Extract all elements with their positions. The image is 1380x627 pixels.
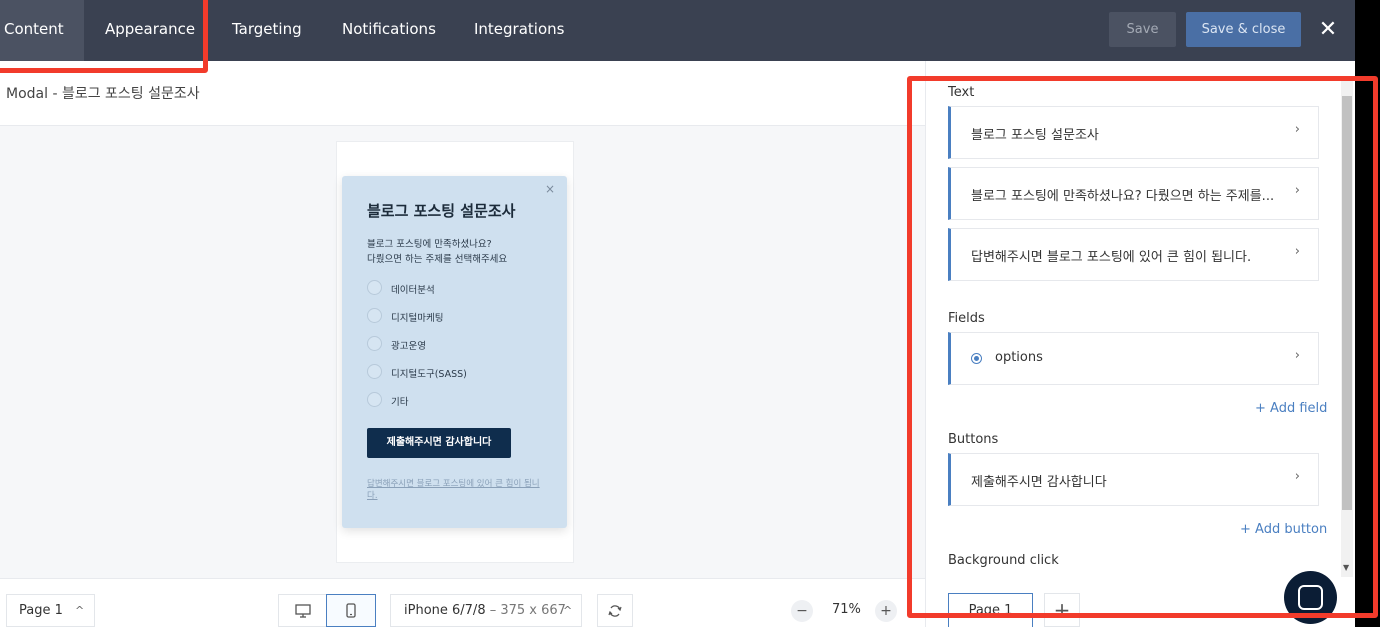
save-and-close-button[interactable]: Save & close xyxy=(1186,12,1301,47)
annotation-box-tabs xyxy=(0,0,208,73)
save-button[interactable]: Save xyxy=(1109,12,1176,47)
tab-notifications[interactable]: Notifications xyxy=(342,0,436,61)
preview-option-label: 기타 xyxy=(391,397,409,408)
device-selector[interactable]: iPhone 6/7/8 – 375 x 667 ^ xyxy=(390,594,582,627)
chevron-up-icon: ^ xyxy=(563,604,573,617)
radio-icon[interactable] xyxy=(367,308,382,323)
desktop-view-button[interactable] xyxy=(278,594,326,627)
monitor-icon xyxy=(294,604,311,618)
zoom-out-button[interactable]: − xyxy=(791,600,813,622)
preview-option-label: 디지털도구(SASS) xyxy=(391,369,467,380)
annotation-box-panel xyxy=(907,76,1378,618)
page-selector-label: Page 1 xyxy=(19,603,63,618)
editor-title: Modal - 블로그 포스팅 설문조사 xyxy=(6,86,200,102)
page-selector[interactable]: Page 1 ^ xyxy=(6,594,95,627)
preview-close-icon[interactable]: × xyxy=(545,182,555,196)
radio-icon[interactable] xyxy=(367,336,382,351)
close-icon[interactable]: ✕ xyxy=(1316,16,1340,44)
mobile-view-button[interactable] xyxy=(326,594,376,627)
zoom-level: 71% xyxy=(832,602,861,617)
preview-title: 블로그 포스팅 설문조사 xyxy=(367,202,516,220)
phone-icon xyxy=(346,603,356,618)
tab-integrations[interactable]: Integrations xyxy=(474,0,564,61)
rotate-button[interactable] xyxy=(597,594,633,627)
preview-submit-button[interactable]: 제출해주시면 감사합니다 xyxy=(367,428,511,458)
preview-description-line-2: 다뤘으면 하는 주제를 선택해주세요 xyxy=(367,254,508,265)
device-name: iPhone 6/7/8 xyxy=(404,603,486,618)
zoom-in-button[interactable]: + xyxy=(875,600,897,622)
preview-option-label: 데이터분석 xyxy=(391,285,435,296)
preview-option-label: 디지털마케팅 xyxy=(391,313,444,324)
preview-option-label: 광고운영 xyxy=(391,341,426,352)
rotate-icon xyxy=(608,605,622,617)
device-dimensions: – 375 x 667 xyxy=(485,603,566,618)
radio-icon[interactable] xyxy=(367,392,382,407)
chevron-up-icon: ^ xyxy=(75,604,85,617)
preview-description-line-1: 블로그 포스팅에 만족하셨나요? xyxy=(367,239,492,250)
radio-icon[interactable] xyxy=(367,280,382,295)
preview-footer-link[interactable]: 답변해주시면 블로그 포스팅에 있어 큰 힘이 됩니다. xyxy=(367,478,542,502)
preview-modal[interactable]: × 블로그 포스팅 설문조사 블로그 포스팅에 만족하셨나요? 다뤘으면 하는 … xyxy=(342,176,567,528)
tab-targeting[interactable]: Targeting xyxy=(232,0,302,61)
radio-icon[interactable] xyxy=(367,364,382,379)
